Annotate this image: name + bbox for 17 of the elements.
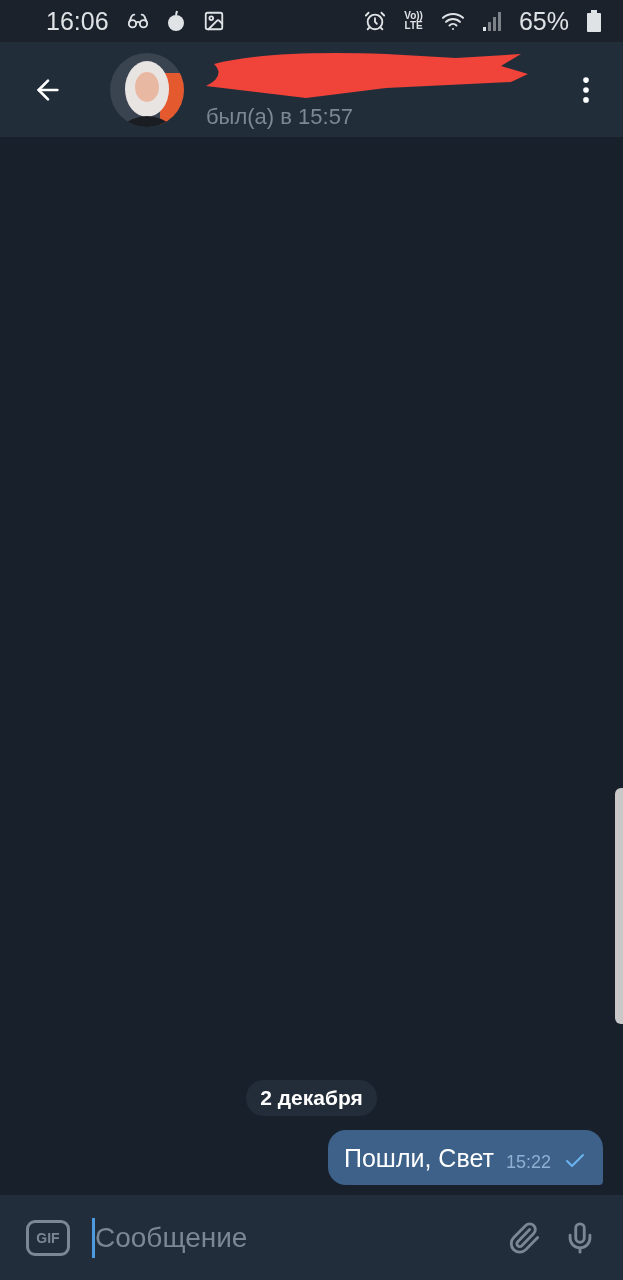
signal-icon [482,11,501,31]
battery-percent: 65% [518,6,569,36]
gif-button[interactable]: GIF [26,1219,70,1256]
date-badge: 2 декабря [246,1080,377,1116]
message-text: Пошли, Свет [344,1144,494,1173]
paperclip-icon[interactable] [507,1220,541,1255]
scrollbar[interactable] [615,788,623,1024]
message-composer[interactable]: GIF Сообщение [0,1195,623,1280]
clock-time: 16:06 [46,6,109,36]
network-label: Vo)) LTE [404,11,423,31]
message-time: 15:22 [505,1152,551,1173]
message-input[interactable]: Сообщение [92,1217,485,1258]
message-bubble[interactable]: Пошли, Свет 15:22 [328,1130,603,1185]
last-seen-status: был(а) в 15:57 [206,103,354,130]
alarm-icon [364,10,387,32]
image-icon [202,10,225,32]
battery-icon [587,10,601,32]
